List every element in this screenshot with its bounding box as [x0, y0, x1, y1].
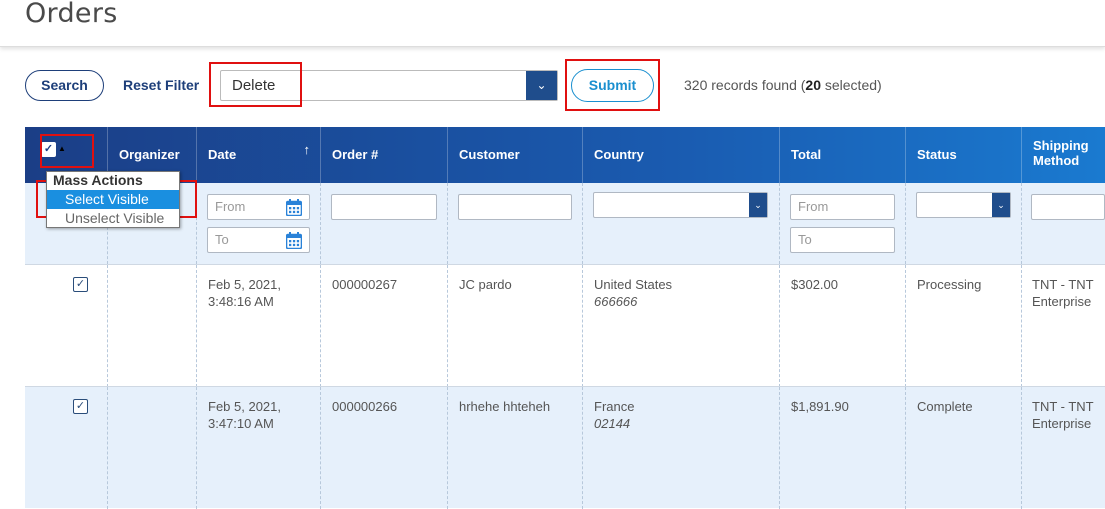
country-filter-select[interactable]: ⌄	[593, 192, 768, 218]
order-time: 3:48:16 AM	[208, 294, 274, 309]
customer-name: JC pardo	[459, 277, 512, 292]
column-header-shipping[interactable]: Shipping Method	[1022, 127, 1105, 183]
chevron-down-icon[interactable]: ⌄	[992, 193, 1010, 217]
records-count: 320 records found (20 selected)	[684, 77, 882, 93]
order-number: 000000267	[332, 277, 398, 292]
column-header-order[interactable]: Order #	[321, 127, 448, 183]
total-from-input[interactable]: From	[790, 194, 895, 220]
grid-header: ✓ ▲ Organizer Date ↑ Order # Customer Cou…	[25, 127, 1105, 183]
calendar-icon	[286, 199, 302, 216]
shipping-method: TNT - TNT	[1032, 277, 1094, 292]
table-row[interactable]: ✓ Feb 5, 2021, 3:47:10 AM 000000266 hrheh…	[25, 386, 1105, 509]
chevron-down-icon[interactable]: ⌄	[749, 193, 767, 217]
reset-filter-link[interactable]: Reset Filter	[123, 77, 199, 93]
order-status: Processing	[917, 277, 982, 292]
column-header-customer[interactable]: Customer	[448, 127, 583, 183]
unselect-visible-option[interactable]: Unselect Visible	[47, 209, 179, 228]
order-status: Complete	[917, 399, 973, 414]
order-total: $302.00	[791, 277, 838, 292]
page-title: Orders	[25, 0, 118, 29]
customer-name: hrhehe hhteheh	[459, 399, 551, 414]
date-from-input[interactable]: From	[207, 194, 310, 220]
highlight-box-submit	[565, 59, 660, 111]
select-visible-option[interactable]: Select Visible	[47, 190, 179, 209]
postcode: 666666	[594, 294, 638, 309]
date-filter: From To	[197, 183, 321, 264]
date-to-input[interactable]: To	[207, 227, 310, 253]
postcode: 02144	[594, 416, 631, 431]
customer-filter-input[interactable]	[458, 194, 572, 220]
shipping-method: TNT - TNT	[1032, 399, 1094, 414]
order-date: Feb 5, 2021,	[208, 399, 281, 414]
highlight-box-action	[209, 62, 302, 107]
column-header-total[interactable]: Total	[780, 127, 906, 183]
search-button[interactable]: Search	[25, 70, 104, 101]
row-checkbox[interactable]: ✓	[73, 399, 88, 414]
column-header-date[interactable]: Date ↑	[197, 127, 321, 183]
order-filter-input[interactable]	[331, 194, 437, 220]
toolbar: Search Reset Filter Delete ⌄ Submit 320 …	[0, 59, 1105, 120]
highlight-box-mass-toggle	[40, 134, 94, 168]
mass-actions-menu: Mass Actions Select Visible Unselect Vis…	[46, 171, 180, 228]
order-total: $1,891.90	[791, 399, 849, 414]
row-checkbox[interactable]: ✓	[73, 277, 88, 292]
page-header: Orders	[0, 0, 1105, 47]
mass-actions-header: Mass Actions	[53, 172, 143, 188]
chevron-down-icon[interactable]: ⌄	[526, 71, 557, 100]
calendar-icon	[286, 232, 302, 249]
order-date: Feb 5, 2021,	[208, 277, 281, 292]
order-time: 3:47:10 AM	[208, 416, 274, 431]
order-number: 000000266	[332, 399, 398, 414]
column-header-status[interactable]: Status	[906, 127, 1022, 183]
column-header-country[interactable]: Country	[583, 127, 780, 183]
country-name: France	[594, 399, 635, 414]
country-name: United States	[594, 277, 673, 292]
selected-count: 20	[805, 77, 821, 93]
sort-arrow-icon[interactable]: ↑	[304, 142, 311, 157]
table-row[interactable]: ✓ Feb 5, 2021, 3:48:16 AM 000000267 JC pa…	[25, 264, 1105, 387]
shipping-filter-input[interactable]	[1031, 194, 1105, 220]
total-to-input[interactable]: To	[790, 227, 895, 253]
status-filter-select[interactable]: ⌄	[916, 192, 1011, 218]
